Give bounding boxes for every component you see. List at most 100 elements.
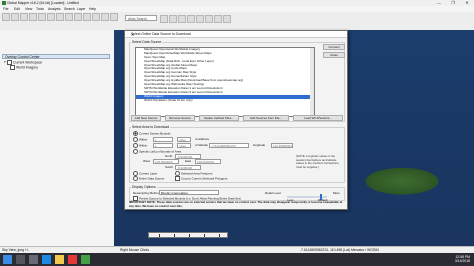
window-title: Global Mapper v18.2 (64-bit) [Loaded] - … [7, 0, 79, 5]
workspace-label: Current Workspace [13, 60, 43, 65]
globe-icon[interactable] [101, 13, 109, 21]
of-address-label: of address [195, 137, 210, 141]
folder-icon[interactable] [55, 255, 64, 264]
north-field[interactable]: -6.9000000 [175, 154, 201, 159]
menu-view[interactable]: View [25, 7, 32, 11]
dialog-title-bar: Select Online Data Source to Download ✕ [125, 31, 347, 38]
layer-icon[interactable] [38, 13, 46, 21]
download-icon[interactable] [20, 13, 28, 21]
paste-icon[interactable] [187, 15, 195, 23]
menu-tools[interactable]: Tools [36, 7, 44, 11]
longitude-label: longitude [253, 143, 266, 147]
info-icon[interactable] [83, 13, 91, 21]
within-distance-field[interactable]: 1 [153, 137, 173, 142]
north-label: North [165, 154, 173, 158]
open-icon[interactable] [2, 13, 10, 21]
radio-entire-source[interactable]: Entire Data Source [133, 176, 164, 181]
checkbox-icon[interactable] [10, 65, 15, 70]
radio-latlon-bounds[interactable]: Specify Lat/Lon Bounds of Area [133, 149, 181, 154]
download-area-label: Select Area to Download [131, 125, 171, 129]
atlas-search-input[interactable]: Atlas Search [125, 15, 157, 21]
south-label: South [165, 165, 173, 169]
save-icon[interactable] [11, 13, 19, 21]
west-label: West [143, 159, 150, 163]
zoom-in-icon[interactable] [56, 13, 64, 21]
checkbox-icon [175, 176, 180, 181]
source-list-item[interactable]: World Population (Scale 10 km only) [136, 98, 314, 103]
radio-icon [133, 137, 138, 142]
app-logo-icon [1, 1, 6, 5]
feature-icon[interactable] [196, 15, 204, 23]
search-icon[interactable] [16, 255, 25, 264]
data-source-list[interactable]: MapQuest OpenAerial Worldwide Imagery Map… [135, 47, 315, 117]
world-imagery-label: World Imagery [16, 65, 38, 70]
clock[interactable]: 12:58 PM 3/14/2018 [455, 255, 470, 263]
radio-within-address[interactable]: Within [133, 137, 147, 142]
west-field[interactable]: 105.0000000 [153, 159, 179, 164]
pan-icon[interactable] [47, 13, 55, 21]
remove-source-button[interactable]: Remove Source [165, 115, 195, 121]
radio-icon [133, 143, 138, 148]
globalmapper-icon[interactable] [81, 255, 90, 264]
menu-analysis[interactable]: Analysis [48, 7, 61, 11]
dialog-close-icon[interactable]: ✕ [131, 32, 345, 37]
taskview-icon[interactable] [29, 255, 38, 264]
copy-icon[interactable] [178, 15, 186, 23]
edge-icon[interactable] [42, 255, 51, 264]
start-icon[interactable] [3, 255, 12, 264]
cut-icon[interactable] [169, 15, 177, 23]
clock-date: 3/14/2018 [454, 259, 470, 263]
latitude-field[interactable]: -7.6114805962231 [209, 143, 249, 148]
status-mid: Right Mouse Clicks [120, 248, 150, 252]
control-center-header: Overlay Control Center [2, 54, 110, 59]
add-from-file-button[interactable]: Add Sources from File... [243, 115, 289, 121]
within-unit-field[interactable]: miles [177, 137, 191, 142]
select-source-label: Select Data Source [131, 40, 163, 44]
3d-view-icon[interactable] [92, 13, 100, 21]
zoom-out-icon[interactable] [65, 13, 73, 21]
measure-icon[interactable] [74, 13, 82, 21]
path-icon[interactable] [214, 15, 222, 23]
menu-file[interactable]: File [3, 7, 8, 11]
close-button[interactable]: Close [323, 52, 345, 58]
add-source-button[interactable]: Add New Source [131, 115, 161, 121]
menu-layer[interactable]: Layer [77, 7, 85, 11]
resampling-label: Resampling Method [133, 191, 160, 195]
radio-selected-icon [133, 131, 138, 136]
menu-edit[interactable]: Edit [14, 7, 20, 11]
radio-icon [133, 176, 138, 181]
of-latitude-label: of latitude [195, 143, 209, 147]
connect-button[interactable]: Connect [323, 44, 345, 50]
settings-icon[interactable] [110, 13, 118, 21]
east-field[interactable]: 118.0000000 [195, 159, 221, 164]
detail-level-label: Detail Level [265, 191, 281, 195]
resampling-select[interactable]: Bicubic Interpolation [159, 190, 219, 195]
delete-cache-button[interactable]: Delete Cached Files... [199, 115, 239, 121]
longitude-field[interactable]: 110.45896961 [271, 143, 293, 148]
filter-icon[interactable] [223, 15, 231, 23]
chrome-icon[interactable] [68, 255, 77, 264]
load-wms-button[interactable]: Load WCS/Vectors... [293, 115, 343, 121]
status-coords: -7.6114805962231, 110.458 (Lat) Mercator… [300, 248, 380, 252]
radio-icon [133, 149, 138, 154]
scale-bar [148, 232, 228, 238]
menu-search[interactable]: Search [64, 7, 75, 11]
tree-item-world-imagery[interactable]: World Imagery [10, 65, 38, 70]
digitizer-icon[interactable] [29, 13, 37, 21]
taskbar: 12:58 PM 3/14/2018 [0, 253, 474, 266]
detail-more-label: More [333, 191, 340, 195]
atlas-search-placeholder: Atlas Search [128, 16, 148, 21]
menu-help[interactable]: Help [89, 7, 96, 11]
list-scrollbar[interactable] [310, 48, 314, 116]
status-left: Sky View, jpeg +/- [2, 248, 29, 252]
crop-polygons-checkbox[interactable]: Crop to Current Selected Polygons [175, 176, 227, 181]
within-latlon-distance-field[interactable]: 1 [153, 143, 173, 148]
attribute-icon[interactable] [205, 15, 213, 23]
radio-current-screen[interactable]: Current Screen Bounds [133, 131, 170, 136]
radio-within-latlon[interactable]: Within [133, 143, 147, 148]
online-data-dialog: Select Online Data Source to Download ✕ … [124, 30, 348, 210]
within-latlon-unit-field[interactable]: miles [177, 143, 191, 148]
hemisphere-note: (NOTE: Longitude values in the western h… [296, 154, 339, 169]
south-field[interactable]: -8.9000000 [175, 165, 201, 170]
edit-icon[interactable] [160, 15, 168, 23]
